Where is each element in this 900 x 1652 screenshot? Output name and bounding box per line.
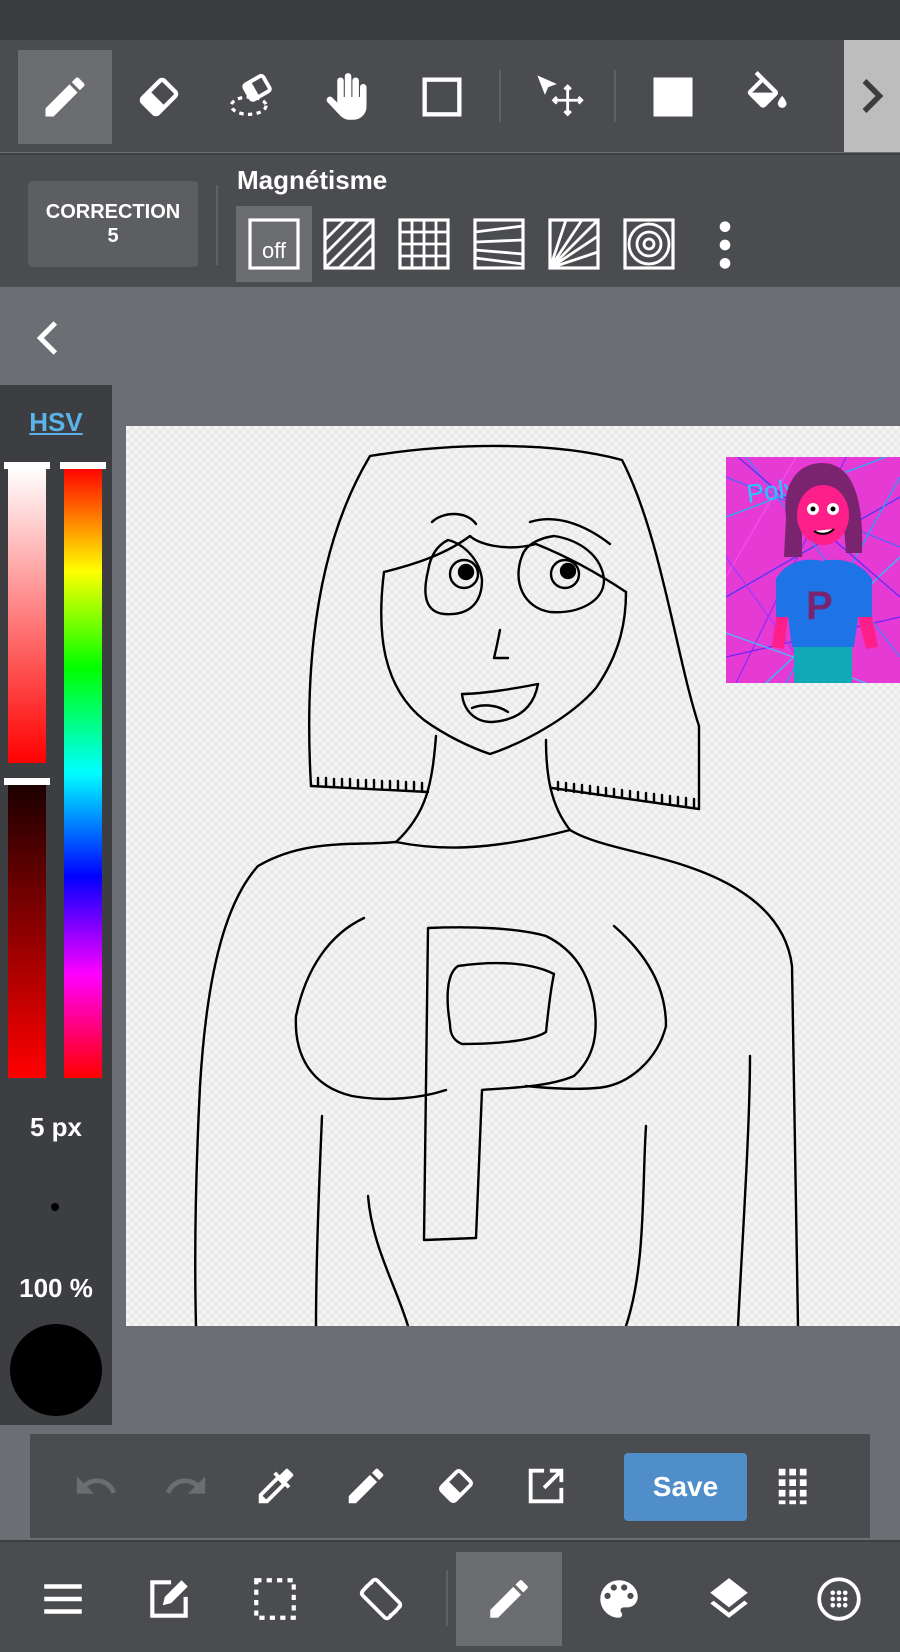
materials-button[interactable]	[786, 1552, 892, 1646]
undo-icon	[76, 1476, 117, 1494]
reference-image[interactable]: Poly P	[726, 457, 900, 683]
rectangle-icon	[422, 77, 462, 117]
snap-parallel-icon	[323, 218, 375, 270]
correction-value: 5	[107, 225, 119, 247]
value-slider[interactable]	[8, 783, 46, 1078]
rotate-canvas-button[interactable]	[328, 1552, 434, 1646]
eraser-icon	[439, 1469, 473, 1503]
fill-rectangle-icon	[653, 77, 693, 117]
grid-dots-icon	[778, 1468, 807, 1505]
hamburger-menu-icon	[44, 1584, 82, 1614]
chevron-right-icon	[862, 79, 884, 113]
opacity-label[interactable]: 100 %	[0, 1273, 112, 1304]
rotate-screen-icon	[359, 1577, 403, 1621]
selection-button[interactable]	[222, 1552, 328, 1646]
undo-button[interactable]	[68, 1458, 124, 1514]
eyedropper-icon	[258, 1468, 294, 1504]
eraser-tool-button[interactable]	[112, 50, 206, 144]
pencil-icon	[490, 1580, 528, 1618]
magnet-title: Magnétisme	[237, 165, 388, 195]
pencil-icon	[348, 1468, 384, 1504]
redo-icon	[165, 1476, 206, 1494]
export-icon	[528, 1468, 564, 1504]
redo-button[interactable]	[158, 1458, 214, 1514]
brush-size-label[interactable]: 5 px	[0, 1112, 112, 1143]
tool-toolbar	[0, 40, 900, 152]
saturation-slider-handle[interactable]	[4, 462, 50, 469]
selection-icon	[254, 1578, 296, 1620]
eyedropper-button[interactable]	[248, 1458, 304, 1514]
tool-options-bar: CORRECTION 5 Magnétisme off	[0, 153, 900, 287]
layers-button[interactable]	[676, 1552, 782, 1646]
reference-letter: P	[806, 584, 833, 628]
pencil-icon	[45, 77, 85, 117]
move-icon	[537, 75, 584, 117]
move-tool-button[interactable]	[512, 50, 606, 144]
grid-menu-button[interactable]	[768, 1458, 824, 1514]
saturation-slider[interactable]	[8, 467, 46, 763]
fill-rectangle-tool-button[interactable]	[626, 50, 720, 144]
snap-perspective-icon	[473, 218, 525, 270]
status-bar	[0, 0, 900, 40]
palette-button[interactable]	[566, 1552, 672, 1646]
main-menu-button[interactable]	[10, 1552, 116, 1646]
snap-off-button[interactable]: off	[236, 206, 312, 282]
correction-label: CORRECTION	[45, 201, 181, 223]
pencil-tool-button[interactable]	[18, 50, 112, 144]
toolbar-separator	[614, 70, 616, 122]
eraser-icon	[139, 77, 179, 117]
blur-eraser-tool-button[interactable]	[206, 50, 300, 144]
more-vertical-icon[interactable]	[710, 220, 740, 270]
options-separator	[216, 185, 218, 265]
layers-icon	[710, 1578, 748, 1618]
hue-slider[interactable]	[64, 467, 102, 1078]
materials-icon	[817, 1577, 861, 1621]
hand-icon	[326, 73, 367, 120]
correction-button[interactable]: CORRECTION 5	[28, 181, 198, 267]
quick-pencil-button[interactable]	[338, 1458, 394, 1514]
snap-off-icon: off	[248, 218, 300, 270]
bucket-icon	[747, 71, 787, 108]
toolbar-separator	[499, 70, 501, 122]
brush-button[interactable]	[456, 1552, 562, 1646]
action-bar: Save	[30, 1434, 870, 1538]
snap-radial-button[interactable]	[536, 206, 612, 282]
snap-perspective-button[interactable]	[461, 206, 537, 282]
current-color-swatch[interactable]	[10, 1324, 102, 1416]
snap-circle-icon	[623, 218, 675, 270]
palette-icon	[600, 1580, 638, 1618]
snap-circle-button[interactable]	[611, 206, 687, 282]
back-icon[interactable]	[30, 318, 64, 358]
edit-icon	[150, 1580, 188, 1618]
snap-grid-icon	[398, 218, 450, 270]
hsv-mode-link[interactable]: HSV	[0, 407, 112, 438]
export-button[interactable]	[518, 1458, 574, 1514]
nav-separator	[446, 1570, 448, 1626]
snap-radial-icon	[548, 218, 600, 270]
bottom-nav-bar	[0, 1540, 900, 1652]
save-button[interactable]: Save	[624, 1453, 747, 1521]
rectangle-tool-button[interactable]	[395, 50, 489, 144]
color-panel: HSV 5 px 100 %	[0, 385, 112, 1425]
snap-off-label: off	[262, 238, 287, 263]
snap-grid-button[interactable]	[386, 206, 462, 282]
brush-size-preview	[51, 1203, 59, 1211]
snap-parallel-button[interactable]	[311, 206, 387, 282]
bucket-tool-button[interactable]	[720, 50, 814, 144]
blur-eraser-icon	[229, 73, 272, 116]
edit-button[interactable]	[116, 1552, 222, 1646]
quick-eraser-button[interactable]	[428, 1458, 484, 1514]
hue-slider-handle[interactable]	[60, 462, 106, 469]
hand-tool-button[interactable]	[300, 50, 394, 144]
reference-picture: Poly P	[726, 457, 900, 683]
toolbar-next-button[interactable]	[844, 40, 900, 152]
value-slider-handle[interactable]	[4, 778, 50, 785]
